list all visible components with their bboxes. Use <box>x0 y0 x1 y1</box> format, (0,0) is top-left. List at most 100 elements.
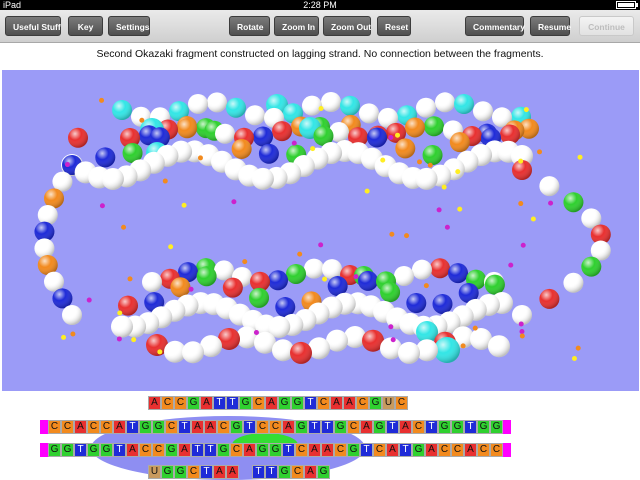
connector-bead <box>472 325 478 331</box>
base-cell: C <box>373 443 386 457</box>
base-cell: G <box>100 443 113 457</box>
connector-bead <box>548 200 554 206</box>
base-cell: T <box>204 443 217 457</box>
atom-sphere <box>563 192 584 213</box>
atom-sphere <box>222 277 243 298</box>
commentary-button[interactable]: Commentary <box>465 16 525 36</box>
base-cell: A <box>343 396 356 410</box>
connector-bead <box>64 162 70 168</box>
atom-sphere <box>488 335 510 358</box>
useful-stuff-button[interactable]: Useful Stuff <box>5 16 61 36</box>
sequence-panel: ACCGATTGCAGGTCAACGUCCCACCATGGCTAACGTCCAG… <box>0 391 640 480</box>
base-cell: C <box>230 443 243 457</box>
atom-sphere <box>286 263 306 284</box>
atom-sphere <box>563 272 584 293</box>
base-cell: G <box>152 420 165 434</box>
base-cell: C <box>87 420 100 434</box>
connector-bead <box>520 242 526 248</box>
base-cell: G <box>291 396 304 410</box>
base-cell: A <box>360 420 373 434</box>
base-cell: U <box>382 396 395 410</box>
atom-sphere <box>177 118 198 139</box>
molecule-viewport[interactable] <box>2 70 639 391</box>
connector-bead <box>537 149 543 155</box>
dna-replication-model[interactable] <box>2 70 639 391</box>
base-cell: G <box>187 396 200 410</box>
atom-sphere <box>435 92 455 113</box>
settings-button[interactable]: Settings <box>108 16 150 36</box>
base-cell: A <box>191 420 204 434</box>
base-cell: G <box>139 420 152 434</box>
atom-sphere <box>37 205 58 225</box>
atom-sphere <box>272 121 292 142</box>
base-cell: T <box>308 420 321 434</box>
atom-sphere <box>394 265 414 286</box>
base-cell: C <box>295 443 308 457</box>
base-cell: C <box>395 396 408 410</box>
atom-sphere <box>34 238 55 259</box>
zoom-in-button[interactable]: Zoom In <box>274 16 319 36</box>
connector-bead <box>353 274 359 280</box>
connector-bead <box>231 199 237 205</box>
base-cell: A <box>126 443 139 457</box>
connector-bead <box>519 329 525 335</box>
atom-sphere <box>398 341 420 364</box>
connector-bead <box>395 132 401 138</box>
atom-sphere <box>215 123 235 144</box>
connector-bead <box>310 146 316 152</box>
atom-sphere <box>68 127 88 148</box>
reset-button[interactable]: Reset <box>377 16 411 36</box>
atom-sphere <box>454 93 474 114</box>
clock: 2:28 PM <box>303 0 337 10</box>
base-cell: G <box>161 465 174 479</box>
continue-button[interactable]: Continue <box>579 16 634 36</box>
base-cell: A <box>386 443 399 457</box>
base-cell: C <box>252 396 265 410</box>
atom-sphere <box>359 103 379 124</box>
resume-button[interactable]: Resume <box>530 16 571 36</box>
connector-bead <box>70 331 76 337</box>
rotate-button[interactable]: Rotate <box>229 16 270 36</box>
base-cell: C <box>477 443 490 457</box>
atom-sphere <box>405 117 425 138</box>
base-cell: G <box>217 443 230 457</box>
base-cell: C <box>256 420 269 434</box>
base-cell: A <box>304 465 317 479</box>
base-cell: G <box>278 396 291 410</box>
atom-sphere <box>62 305 82 325</box>
connector-bead <box>530 216 536 222</box>
connector-bead <box>457 206 463 212</box>
key-button[interactable]: Key <box>68 16 103 36</box>
base-cell: A <box>399 420 412 434</box>
connector-bead <box>162 178 168 184</box>
atom-sphere <box>196 266 217 287</box>
base-cell: G <box>174 465 187 479</box>
base-cell: G <box>334 420 347 434</box>
connector-bead <box>388 135 394 141</box>
base-cell: A <box>425 443 438 457</box>
base-cell: C <box>317 396 330 410</box>
connector-bead <box>121 224 127 230</box>
connector-bead <box>404 233 410 239</box>
base-cell: T <box>386 420 399 434</box>
base-cell: T <box>191 443 204 457</box>
base-cell: A <box>213 465 226 479</box>
base-cell: T <box>226 396 239 410</box>
connector-bead <box>518 158 524 164</box>
step-caption: Second Okazaki fragment constructed on l… <box>96 48 544 60</box>
base-cell: G <box>347 443 360 457</box>
atom-sphere <box>448 263 468 284</box>
connector-bead <box>460 343 466 349</box>
connector-bead <box>518 321 524 327</box>
atom-sphere <box>416 97 436 118</box>
base-cell: C <box>100 420 113 434</box>
atom-sphere <box>539 176 560 197</box>
connector-bead <box>181 202 187 208</box>
toolbar: Useful Stuff Key Settings Rotate Zoom In… <box>0 10 640 43</box>
atom-sphere <box>395 138 416 159</box>
atom-sphere <box>245 105 265 126</box>
zoom-out-button[interactable]: Zoom Out <box>323 16 371 36</box>
base-cell: G <box>230 420 243 434</box>
base-cell: G <box>490 420 503 434</box>
base-cell: T <box>213 396 226 410</box>
